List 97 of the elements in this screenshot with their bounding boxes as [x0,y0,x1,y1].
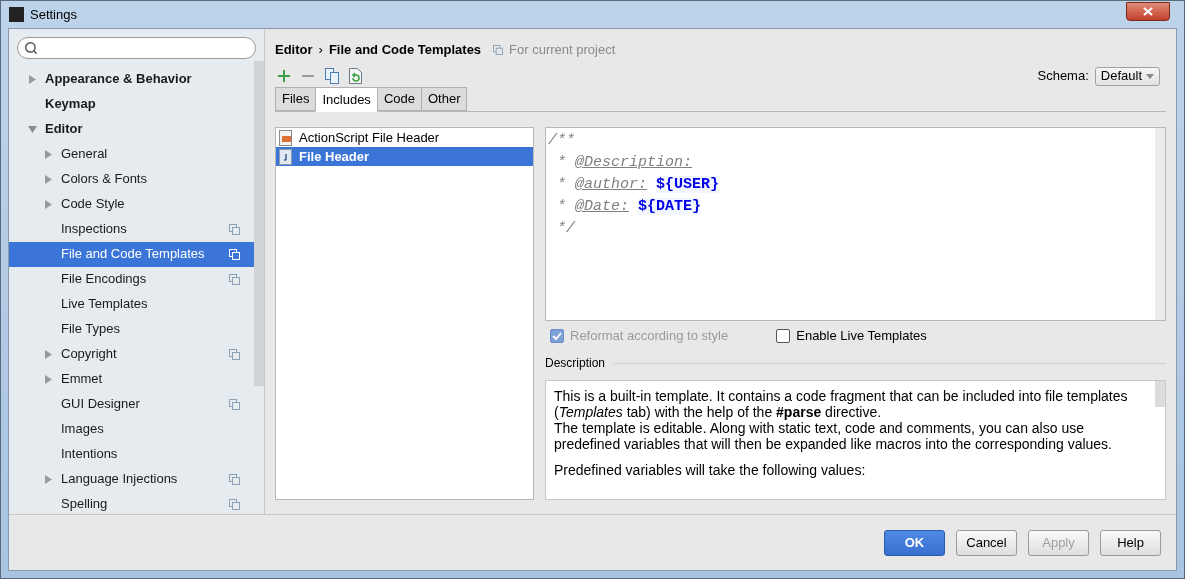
stacked-pages-icon [229,473,240,485]
reset-file-icon[interactable] [349,68,363,84]
tree-item-label: Copyright [61,345,118,364]
stacked-pages-icon [229,498,240,510]
settings-tree-item[interactable]: Intentions [9,441,254,467]
tree-item-label: Emmet [61,370,104,389]
stacked-pages-icon [229,273,240,285]
tree-item-label: GUI Designer [61,395,141,414]
settings-tree-item[interactable]: Images [9,416,254,442]
code-line: */ [556,219,577,239]
dialog-button[interactable]: OK [884,529,945,556]
add-icon[interactable] [277,69,291,83]
collapsed-triangle-icon[interactable] [44,199,53,209]
tree-item-label: Colors & Fonts [61,170,148,189]
settings-tree-item[interactable]: Spelling [9,491,254,517]
tree-item-label: File and Code Templates [61,245,206,264]
dialog-button[interactable]: Cancel [956,529,1017,556]
tab[interactable]: Code [376,87,422,111]
settings-tree-item[interactable]: GUI Designer [9,391,254,417]
tree-item-label: File Encodings [61,270,148,289]
settings-tree-item[interactable]: File Types [9,316,254,342]
settings-tree-item[interactable]: Code Style [9,191,254,217]
tree-item-label: Appearance & Behavior [45,70,193,89]
collapsed-triangle-icon[interactable] [44,149,53,159]
schema-label: Schema: [1037,67,1089,86]
schema-dropdown[interactable]: Default [1094,66,1160,86]
stacked-pages-icon [229,248,240,260]
tree-item-label: Images [61,420,105,439]
description-heading: Description [545,355,606,372]
tree-item-label: Language Injections [61,470,179,489]
code-line: * @Date: ${DATE} [556,197,703,217]
collapsed-triangle-icon[interactable] [44,174,53,184]
stacked-pages-icon [229,348,240,360]
settings-tree-item[interactable]: Keymap [9,91,254,117]
settings-tree-item[interactable]: Inspections [9,216,254,242]
tree-item-label: Inspections [61,220,128,239]
settings-tree-item[interactable]: Language Injections [9,466,254,492]
settings-tree-item[interactable]: Editor [9,116,254,142]
tree-item-label: Spelling [61,495,109,514]
tab[interactable]: Files [275,87,317,111]
settings-tree-item[interactable]: Emmet [9,366,254,392]
tab[interactable]: Other [420,87,468,111]
checkbox[interactable] [776,329,791,343]
scope-label: For current project [509,41,616,60]
tree-item-label: Intentions [61,445,119,464]
description-paragraph: Predefined variables will take the following values: [554,462,867,478]
script-file-icon [279,129,293,146]
scrollbar-thumb[interactable] [254,61,264,386]
stacked-pages-icon [229,398,240,410]
search-icon [24,40,38,55]
expanded-triangle-icon[interactable] [28,124,37,134]
checkbox-label: Reformat according to style [570,327,729,346]
tree-item-label: General [61,145,109,164]
settings-tree-item[interactable]: File Encodings [9,266,254,292]
description-paragraph: The template is editable. Along with static text, code and comments, you can also use predefined variables that will then be expanded like macros into the corresponding values. [554,420,1113,452]
template-editor[interactable]: /** * @Description: * @author: ${USER} * @Date: ${DATE} */ [545,127,1166,321]
stacked-pages-icon [229,223,240,235]
breadcrumb-separator: › [318,41,323,60]
collapsed-triangle-icon[interactable] [28,74,37,84]
checkmark-icon [552,332,562,340]
code-line: /** [548,131,576,151]
description-scrollbar-thumb[interactable] [1155,381,1165,407]
tree-item-label: Code Style [61,195,126,214]
close-icon [1143,7,1153,16]
stacked-pages-icon [493,45,504,55]
settings-tree-item[interactable]: General [9,141,254,167]
dropdown-caret-icon [1146,73,1154,79]
collapsed-triangle-icon[interactable] [44,349,53,359]
code-line: * @author: ${USER} [556,175,721,195]
template-list-item[interactable]: File Header [276,147,533,166]
java-file-icon [279,148,293,165]
tree-item-label: Live Templates [61,295,149,314]
copy-icon[interactable] [325,68,339,84]
breadcrumb-current: File and Code Templates [328,41,482,60]
window-title: Settings [30,5,77,24]
description-paragraph: This is a built-in template. It contains a code fragment that can be included into file templates (Templates tab) with the help of the #parse directive. [554,388,1129,420]
collapsed-triangle-icon[interactable] [44,474,53,484]
checkbox-label: Enable Live Templates [796,327,927,346]
code-line: * @Description: [556,153,694,173]
template-list-item[interactable]: ActionScript File Header [276,128,533,147]
tab[interactable]: Includes [315,87,378,112]
settings-tree-item[interactable]: Colors & Fonts [9,166,254,192]
settings-tree-item[interactable]: Copyright [9,341,254,367]
template-name: File Header [299,147,370,166]
settings-tree-item[interactable]: Live Templates [9,291,254,317]
settings-tree-item[interactable]: Appearance & Behavior [9,66,254,92]
dialog-button[interactable]: Help [1100,529,1161,556]
template-name: ActionScript File Header [299,128,440,147]
close-button[interactable] [1126,2,1170,21]
breadcrumb-parent: Editor [275,41,313,60]
app-logo-icon [9,7,24,22]
search-field[interactable] [17,37,256,59]
tree-item-label: File Types [61,320,121,339]
settings-tree-item[interactable]: File and Code Templates [9,241,254,267]
tree-item-label: Keymap [45,95,97,114]
tree-item-label: Editor [45,120,84,139]
collapsed-triangle-icon[interactable] [44,374,53,384]
